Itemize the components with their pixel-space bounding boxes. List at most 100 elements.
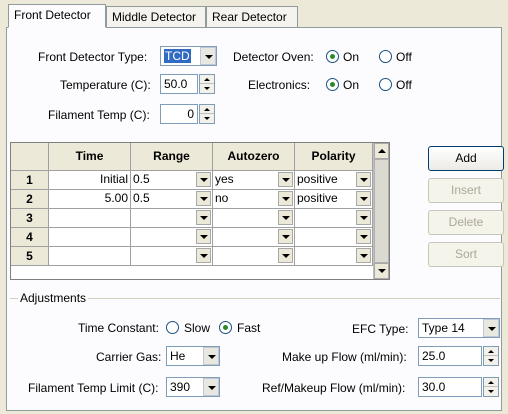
spin-down-icon[interactable] [484, 356, 498, 365]
cell-range[interactable] [131, 228, 213, 247]
spin-up-icon[interactable] [484, 347, 498, 356]
filament-limit-select[interactable]: 390 [166, 377, 220, 397]
carrier-gas-select[interactable]: He [166, 346, 220, 366]
scroll-up-icon[interactable] [374, 143, 389, 159]
cell-polarity-value: positive [297, 172, 338, 186]
chevron-down-icon[interactable] [196, 191, 211, 206]
delete-button[interactable]: Delete [428, 210, 504, 235]
time-constant-fast-radio[interactable] [219, 321, 232, 334]
chevron-down-icon[interactable] [278, 191, 293, 206]
electronics-on-label: On [343, 78, 360, 92]
spin-up-icon[interactable] [200, 105, 214, 114]
tab-rear-detector[interactable]: Rear Detector [206, 6, 298, 27]
cell-polarity-value: positive [297, 191, 338, 205]
chevron-down-icon[interactable] [278, 210, 293, 225]
cell-range[interactable] [131, 209, 213, 228]
chevron-down-icon[interactable] [356, 172, 371, 187]
temperature-input[interactable]: 50.0 [160, 74, 198, 94]
cell-autozero[interactable] [213, 247, 295, 266]
cell-autozero[interactable]: no [213, 190, 295, 209]
temperature-spinner[interactable] [199, 74, 215, 94]
spin-down-icon[interactable] [200, 84, 214, 93]
temperature-value: 50.0 [164, 77, 188, 91]
oven-on-label: On [343, 50, 360, 64]
row-header[interactable]: 4 [11, 228, 49, 247]
efc-type-select[interactable]: Type 14 [418, 318, 500, 338]
cell-time[interactable]: 5.00 [49, 190, 131, 209]
chevron-down-icon[interactable] [200, 47, 216, 65]
scroll-down-icon[interactable] [374, 263, 389, 279]
chevron-down-icon[interactable] [356, 229, 371, 244]
chevron-down-icon[interactable] [356, 210, 371, 225]
electronics-off-radio[interactable] [379, 78, 392, 91]
row-header[interactable]: 5 [11, 247, 49, 266]
tab-middle-detector[interactable]: Middle Detector [106, 6, 206, 27]
cell-autozero-value: yes [215, 172, 234, 186]
cell-time[interactable]: Initial [49, 171, 131, 190]
detector-type-select[interactable]: TCD [160, 46, 217, 66]
grid-vertical-scrollbar[interactable] [373, 143, 389, 279]
cell-polarity[interactable] [295, 209, 373, 228]
cell-autozero[interactable] [213, 228, 295, 247]
oven-off-radio[interactable] [379, 50, 392, 63]
ref-makeup-flow-spinner[interactable] [483, 377, 499, 397]
chevron-down-icon[interactable] [196, 210, 211, 225]
row-header[interactable]: 2 [11, 190, 49, 209]
chevron-down-icon[interactable] [196, 229, 211, 244]
cell-range[interactable]: 0.5 [131, 190, 213, 209]
makeup-flow-label: Make up Flow (ml/min): [282, 350, 407, 364]
insert-button[interactable]: Insert [428, 178, 504, 203]
cell-range[interactable]: 0.5 [131, 171, 213, 190]
filament-temp-input[interactable]: 0 [160, 104, 198, 124]
cell-polarity[interactable]: positive [295, 171, 373, 190]
cell-time-value: Initial [99, 172, 128, 186]
column-header-range[interactable]: Range [131, 143, 213, 171]
makeup-flow-input[interactable]: 25.0 [418, 346, 482, 366]
timetable-grid[interactable]: Time Range Autozero Polarity 1 Initial 0.5… [10, 142, 390, 280]
cell-polarity[interactable] [295, 228, 373, 247]
chevron-down-icon[interactable] [196, 248, 211, 263]
spin-down-icon[interactable] [484, 387, 498, 396]
electronics-on-radio[interactable] [326, 78, 339, 91]
cell-autozero[interactable] [213, 209, 295, 228]
chevron-down-icon[interactable] [356, 191, 371, 206]
scroll-thumb[interactable] [374, 159, 389, 263]
cell-time[interactable] [49, 209, 131, 228]
efc-type-label: EFC Type: [352, 322, 409, 336]
row-header[interactable]: 1 [11, 171, 49, 190]
cell-time[interactable] [49, 247, 131, 266]
cell-range[interactable] [131, 247, 213, 266]
chevron-down-icon[interactable] [203, 347, 219, 365]
spin-up-icon[interactable] [484, 378, 498, 387]
add-button[interactable]: Add [428, 146, 504, 171]
filament-temp-spinner[interactable] [199, 104, 215, 124]
makeup-flow-spinner[interactable] [483, 346, 499, 366]
cell-time[interactable] [49, 228, 131, 247]
cell-polarity[interactable]: positive [295, 190, 373, 209]
oven-on-radio[interactable] [326, 50, 339, 63]
cell-polarity[interactable] [295, 247, 373, 266]
sort-button[interactable]: Sort [428, 242, 504, 267]
column-header-time[interactable]: Time [49, 143, 131, 171]
chevron-down-icon[interactable] [278, 172, 293, 187]
filament-temp-value: 0 [187, 107, 194, 121]
cell-autozero[interactable]: yes [213, 171, 295, 190]
makeup-flow-value: 25.0 [422, 349, 446, 363]
ref-makeup-flow-input[interactable]: 30.0 [418, 377, 482, 397]
chevron-down-icon[interactable] [203, 378, 219, 396]
chevron-down-icon[interactable] [356, 248, 371, 263]
column-header-polarity[interactable]: Polarity [295, 143, 373, 171]
column-header-autozero[interactable]: Autozero [213, 143, 295, 171]
time-constant-slow-radio[interactable] [166, 321, 179, 334]
filament-temp-label: Filament Temp (C): [48, 108, 150, 122]
chevron-down-icon[interactable] [196, 172, 211, 187]
tab-front-detector[interactable]: Front Detector [8, 4, 106, 28]
chevron-down-icon[interactable] [278, 248, 293, 263]
chevron-down-icon[interactable] [278, 229, 293, 244]
chevron-down-icon[interactable] [483, 319, 499, 337]
spin-up-icon[interactable] [200, 75, 214, 84]
spin-down-icon[interactable] [200, 114, 214, 123]
row-header[interactable]: 3 [11, 209, 49, 228]
ref-makeup-flow-value: 30.0 [422, 380, 446, 394]
time-constant-slow-label: Slow [184, 321, 211, 335]
